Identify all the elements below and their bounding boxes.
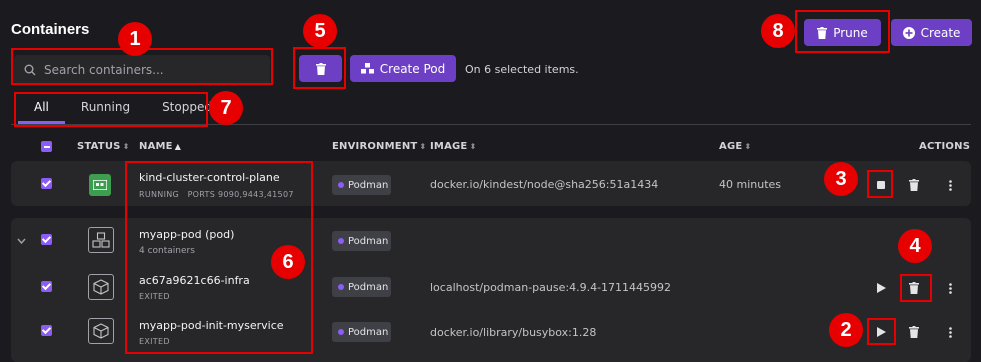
annotation-4: 4 (898, 229, 932, 263)
kebab-menu-button[interactable] (942, 177, 958, 193)
annotation-7: 7 (209, 91, 243, 125)
annotation-1: 1 (118, 22, 152, 56)
annotation-5: 5 (303, 14, 337, 48)
kebab-menu-icon (948, 282, 952, 294)
kebab-menu-icon (948, 326, 952, 338)
callout-box-delete (293, 47, 346, 89)
trash-icon (909, 326, 919, 338)
callout-box-start (867, 318, 896, 345)
annotation-2: 2 (829, 313, 863, 347)
environment-badge: Podman (332, 277, 391, 297)
annotation-3: 3 (824, 162, 858, 196)
expand-pod-button[interactable] (13, 233, 29, 249)
row-checkbox[interactable] (41, 234, 52, 245)
row-checkbox[interactable] (41, 281, 52, 292)
environment-label: Podman (348, 281, 389, 293)
column-name[interactable]: NAME ▲ (139, 141, 181, 152)
sort-icon: ⬍ (469, 142, 477, 151)
annotation-6: 6 (271, 245, 305, 279)
kebab-menu-button[interactable] (942, 324, 958, 340)
create-pod-button[interactable]: Create Pod (350, 55, 456, 82)
row-checkbox[interactable] (41, 325, 52, 336)
environment-badge: Podman (332, 175, 391, 195)
callout-box-tabs (14, 92, 208, 127)
sort-icon: ⬍ (419, 142, 427, 151)
row-checkbox[interactable] (41, 178, 52, 189)
delete-button[interactable] (906, 177, 922, 193)
column-actions: ACTIONS (919, 141, 971, 152)
container-age: 40 minutes (719, 178, 782, 191)
column-status[interactable]: STATUS ⬍ (77, 141, 129, 152)
plus-circle-icon (902, 26, 915, 39)
environment-label: Podman (348, 179, 389, 191)
environment-label: Podman (348, 235, 389, 247)
page-title: Containers (11, 21, 90, 38)
create-label: Create (920, 25, 961, 40)
create-pod-label: Create Pod (379, 61, 446, 76)
environment-badge: Podman (332, 231, 391, 251)
column-age-label: AGE (719, 141, 743, 152)
running-container-icon (89, 174, 111, 196)
play-icon (876, 283, 886, 293)
column-status-label: STATUS (77, 141, 121, 152)
kebab-menu-icon (948, 179, 952, 191)
podman-dot-icon (338, 238, 344, 244)
container-image: localhost/podman-pause:4.9.4-1711445992 (430, 281, 672, 294)
environment-badge: Podman (332, 322, 391, 342)
column-image-label: IMAGE (430, 141, 468, 152)
kebab-menu-button[interactable] (942, 280, 958, 296)
sort-asc-icon: ▲ (174, 142, 182, 151)
column-age[interactable]: AGE ⬍ (719, 141, 751, 152)
podman-dot-icon (338, 329, 344, 335)
container-image: docker.io/kindest/node@sha256:51a1434 (430, 178, 659, 191)
column-image[interactable]: IMAGE ⬍ (430, 141, 476, 152)
trash-icon (909, 179, 919, 191)
podman-dot-icon (338, 284, 344, 290)
chevron-down-icon (16, 238, 26, 244)
container-box-icon (88, 274, 114, 300)
callout-box-delete-row (900, 274, 932, 302)
create-button[interactable]: Create (891, 19, 972, 46)
annotation-8: 8 (761, 14, 795, 48)
sort-icon: ⬍ (744, 142, 752, 151)
select-all-checkbox[interactable] (41, 141, 52, 152)
environment-label: Podman (348, 326, 389, 338)
sort-icon: ⬍ (122, 142, 130, 151)
selection-info: On 6 selected items. (465, 63, 579, 76)
podman-dot-icon (338, 182, 344, 188)
pod-icon (360, 63, 374, 74)
delete-button[interactable] (906, 324, 922, 340)
callout-box-prune (795, 10, 890, 53)
column-environment[interactable]: ENVIRONMENT ⬍ (332, 141, 426, 152)
column-name-label: NAME (139, 141, 173, 152)
column-environment-label: ENVIRONMENT (332, 141, 418, 152)
pod-icon (88, 227, 114, 253)
container-image: docker.io/library/busybox:1.28 (430, 326, 597, 339)
start-button[interactable] (873, 280, 889, 296)
callout-box-stop (867, 170, 893, 198)
container-box-icon (88, 318, 114, 344)
